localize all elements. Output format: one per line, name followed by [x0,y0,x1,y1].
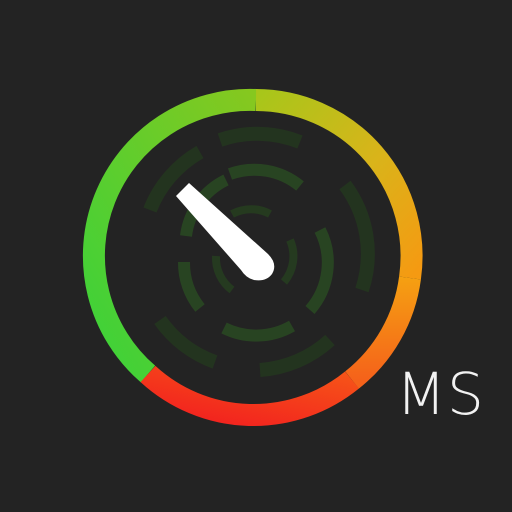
mid-arc [227,163,304,191]
inner-arc [217,126,303,149]
ring-yellow-segment [255,89,423,280]
inner-arc [154,315,218,369]
mid-arc [177,261,205,312]
speedometer-gauge-icon [82,88,423,426]
core-arc [211,255,235,294]
mid-arc [305,227,334,314]
ring-red-segment [140,365,359,426]
inner-arc [259,334,335,377]
core-arc [280,238,298,285]
unit-label: MS [396,360,485,428]
app-icon: MS [0,0,512,512]
inner-arc [339,180,375,293]
mid-arc [221,320,295,342]
core-arc [230,205,272,218]
